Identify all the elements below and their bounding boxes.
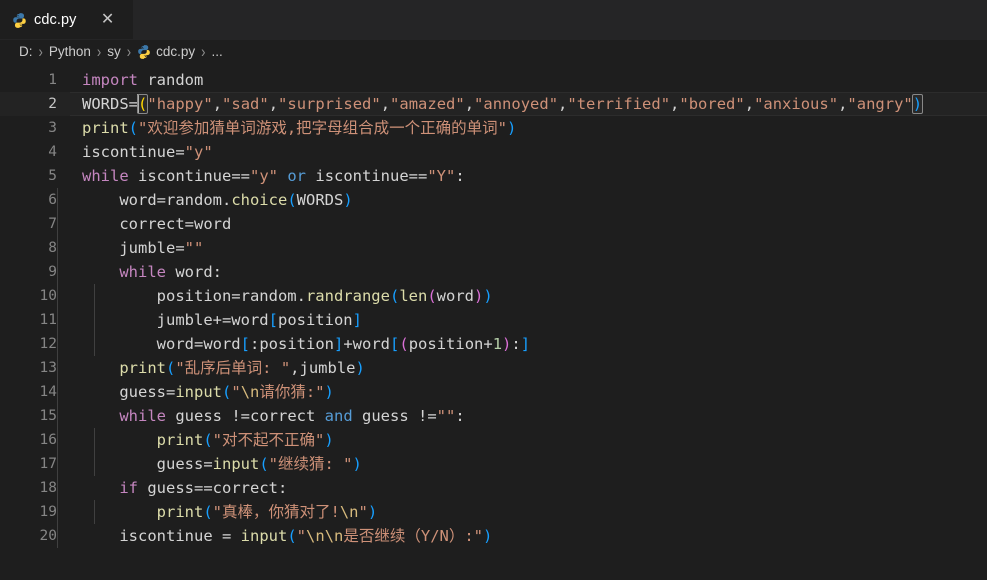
breadcrumb: D: › Python › sy › cdc.py › ... (0, 40, 987, 63)
code-line-active[interactable]: 2 WORDS=("happy","sad","surprised","amaz… (0, 92, 987, 116)
line-number: 17 (39, 456, 57, 472)
code-line-content[interactable]: print("对不起不正确") (57, 428, 987, 452)
code-line-content[interactable]: if guess==correct: (57, 476, 987, 500)
code-line-content[interactable]: jumble="" (57, 236, 987, 260)
tab-cdc-py[interactable]: cdc.py ✕ (0, 0, 133, 39)
python-file-icon (12, 12, 27, 28)
editor-tab-bar: cdc.py ✕ (0, 0, 987, 40)
code-line-content[interactable]: word=random.choice(WORDS) (57, 188, 987, 212)
code-line-content[interactable]: while word: (57, 260, 987, 284)
code-line-content[interactable]: import random (57, 68, 987, 92)
line-number: 9 (48, 264, 57, 280)
breadcrumb-item-python[interactable]: Python (49, 44, 91, 59)
code-line-content[interactable]: correct=word (57, 212, 987, 236)
line-number: 18 (39, 480, 57, 496)
line-number: 7 (48, 216, 57, 232)
breadcrumb-item-sy[interactable]: sy (107, 44, 121, 59)
line-number: 14 (39, 384, 57, 400)
code-line[interactable]: 4 iscontinue="y" (0, 140, 987, 164)
line-number: 19 (39, 504, 57, 520)
close-icon[interactable]: ✕ (100, 12, 116, 28)
line-number: 6 (48, 192, 57, 208)
code-line-content[interactable]: position=random.randrange(len(word)) (57, 284, 987, 308)
code-line[interactable]: 17 guess=input("继续猜: ") (0, 452, 987, 476)
code-line[interactable]: 16 print("对不起不正确") (0, 428, 987, 452)
code-line[interactable]: 3 print("欢迎参加猜单词游戏,把字母组合成一个正确的单词") (0, 116, 987, 140)
code-line[interactable]: 5 while iscontinue=="y" or iscontinue=="… (0, 164, 987, 188)
breadcrumb-item-symbols[interactable]: ... (211, 44, 222, 59)
chevron-right-icon: › (201, 42, 206, 61)
chevron-right-icon: › (38, 42, 43, 61)
code-line[interactable]: 7 correct=word (0, 212, 987, 236)
line-number: 20 (39, 528, 57, 544)
code-editor[interactable]: 1 import random 2 WORDS=("happy","sad","… (0, 63, 987, 580)
breadcrumb-item-drive[interactable]: D: (19, 44, 33, 59)
code-line[interactable]: 11 jumble+=word[position] (0, 308, 987, 332)
code-line-content[interactable]: iscontinue="y" (57, 140, 987, 164)
code-line[interactable]: 12 word=word[:position]+word[(position+1… (0, 332, 987, 356)
tab-bar-empty-space (133, 0, 987, 39)
line-number: 3 (48, 120, 57, 136)
chevron-right-icon: › (126, 42, 132, 61)
line-number: 5 (48, 168, 57, 184)
line-number: 16 (39, 432, 57, 448)
python-file-icon (137, 44, 151, 59)
bracket-match-close: ) (911, 94, 924, 114)
code-line-content[interactable]: while guess !=correct and guess !="": (57, 404, 987, 428)
line-number: 4 (48, 144, 57, 160)
code-line-content[interactable]: WORDS=("happy","sad","surprised","amazed… (57, 92, 987, 116)
code-line[interactable]: 10 position=random.randrange(len(word)) (0, 284, 987, 308)
code-line[interactable]: 6 word=random.choice(WORDS) (0, 188, 987, 212)
code-line-content[interactable]: while iscontinue=="y" or iscontinue=="Y"… (57, 164, 987, 188)
code-line-content[interactable]: jumble+=word[position] (57, 308, 987, 332)
code-line-content[interactable]: print("乱序后单词: ",jumble) (57, 356, 987, 380)
code-lines-container: 1 import random 2 WORDS=("happy","sad","… (0, 63, 987, 548)
bracket-match-open: ( (136, 94, 149, 114)
line-number: 2 (48, 96, 57, 112)
tab-label: cdc.py (34, 12, 77, 28)
code-line-content[interactable]: print("欢迎参加猜单词游戏,把字母组合成一个正确的单词") (57, 116, 987, 140)
line-number: 1 (48, 72, 57, 88)
code-line[interactable]: 14 guess=input("\n请你猜:") (0, 380, 987, 404)
code-line[interactable]: 19 print("真棒，你猜对了!\n") (0, 500, 987, 524)
line-number: 8 (48, 240, 57, 256)
line-number: 10 (39, 288, 57, 304)
line-number: 12 (39, 336, 57, 352)
line-number: 15 (39, 408, 57, 424)
code-line[interactable]: 9 while word: (0, 260, 987, 284)
code-line-content[interactable]: guess=input("继续猜: ") (57, 452, 987, 476)
breadcrumb-item-file[interactable]: cdc.py (156, 44, 195, 59)
code-line[interactable]: 18 if guess==correct: (0, 476, 987, 500)
code-line-content[interactable]: iscontinue = input("\n\n是否继续（Y/N）:") (57, 524, 987, 548)
code-line[interactable]: 20 iscontinue = input("\n\n是否继续（Y/N）:") (0, 524, 987, 548)
code-line-content[interactable]: print("真棒，你猜对了!\n") (57, 500, 987, 524)
code-line[interactable]: 1 import random (0, 68, 987, 92)
code-line[interactable]: 15 while guess !=correct and guess !="": (0, 404, 987, 428)
line-number: 13 (39, 360, 57, 376)
code-line[interactable]: 8 jumble="" (0, 236, 987, 260)
code-line[interactable]: 13 print("乱序后单词: ",jumble) (0, 356, 987, 380)
code-line-content[interactable]: word=word[:position]+word[(position+1):] (57, 332, 987, 356)
chevron-right-icon: › (96, 42, 102, 61)
code-line-content[interactable]: guess=input("\n请你猜:") (57, 380, 987, 404)
line-number: 11 (39, 312, 57, 328)
